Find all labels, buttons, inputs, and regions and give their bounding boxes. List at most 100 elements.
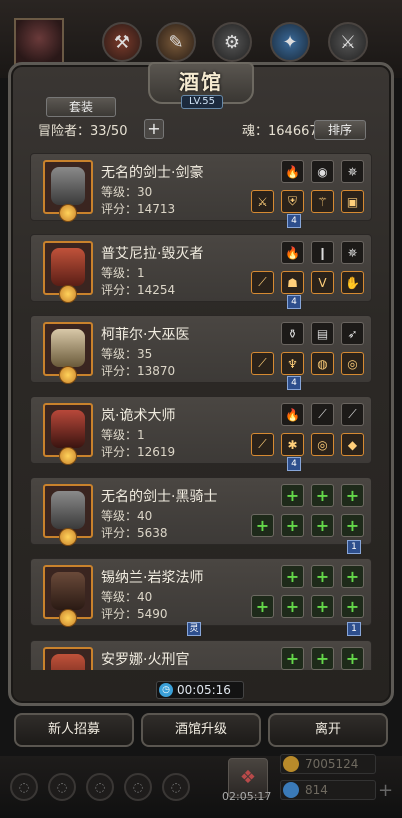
player-avatar[interactable] [14, 18, 64, 68]
hero-score: 评分：12619 [101, 445, 176, 459]
empty-slot-plus-icon[interactable]: + [281, 484, 304, 507]
empty-slot-plus-icon[interactable]: + [311, 514, 334, 537]
gold-amount: 7005124 [305, 757, 359, 771]
upgrade-tavern-button[interactable]: 酒馆升级 [141, 713, 261, 747]
menu-circle-icon[interactable]: ◌ [124, 773, 152, 801]
add-slot-button[interactable]: + [144, 119, 164, 139]
rank-medal-icon [59, 528, 77, 546]
spell-icon[interactable]: ✦ [270, 22, 310, 62]
menu-circle-icon[interactable]: ◌ [48, 773, 76, 801]
orb-icon[interactable]: ◍ [311, 352, 334, 375]
totem-icon[interactable]: ♆ [281, 352, 304, 375]
rank-medal-icon [59, 285, 77, 303]
wings-icon[interactable]: ✵ [341, 241, 364, 264]
claw-icon[interactable]: ❙ [311, 241, 334, 264]
hero-portrait [43, 647, 93, 670]
link-badge: 1 [347, 540, 361, 554]
hero-card[interactable]: 普艾尼拉·毁灭者 等级：1 评分：14254 🔥 ❙ ✵ ⟋ ☗ Ⅴ ✋ [30, 234, 372, 303]
empty-slot-plus-icon[interactable]: + [311, 647, 334, 670]
chest-icon[interactable]: ▣ [341, 190, 364, 213]
hero-card[interactable]: 安罗娜·火刑官 + + + [30, 640, 372, 670]
fire-icon[interactable]: 🔥 [281, 403, 304, 426]
gauntlet-icon[interactable]: ✋ [341, 271, 364, 294]
empty-slot-plus-icon[interactable]: + [281, 647, 304, 670]
empty-slot-plus-icon[interactable]: + [311, 595, 334, 618]
soul-count: 魂：164667 [242, 124, 318, 139]
hero-name: 无名的剑士·黑骑士 [101, 489, 218, 505]
rank-medal-icon [59, 609, 77, 627]
leave-button[interactable]: 离开 [268, 713, 388, 747]
staff-icon[interactable]: ⚚ [311, 190, 334, 213]
hero-name: 安罗娜·火刑官 [101, 652, 190, 668]
amulet-icon[interactable]: ◎ [311, 433, 334, 456]
menu-circle-icon[interactable]: ◌ [10, 773, 38, 801]
gift-timer: 02:05:17 [222, 790, 272, 803]
hero-level: 等级：35 [101, 347, 153, 361]
armor-icon[interactable]: ⛨ [281, 190, 304, 213]
helmet-icon[interactable]: ☗ [281, 271, 304, 294]
gem-icon[interactable]: ◆ [341, 433, 364, 456]
hero-name: 岚·诡术大师 [101, 408, 176, 424]
hero-name: 普艾尼拉·毁灭者 [101, 246, 204, 262]
weapon-icon[interactable]: ⚔ [328, 22, 368, 62]
fire-icon[interactable]: 🔥 [281, 160, 304, 183]
set-button[interactable]: 套装 [46, 97, 116, 117]
spider-icon[interactable]: ✱ [281, 433, 304, 456]
hero-card[interactable]: 无名的剑士·黑骑士 等级：40 评分：5638 + + + + + + + [30, 477, 372, 546]
scroll-icon[interactable]: ✎ [156, 22, 196, 62]
add-currency-button[interactable]: + [378, 780, 393, 801]
blade-icon[interactable]: ⟋ [251, 271, 274, 294]
empty-slot-plus-icon[interactable]: + [311, 484, 334, 507]
rune-icon[interactable]: Ⅴ [311, 271, 334, 294]
wings-icon[interactable]: ✵ [341, 160, 364, 183]
hero-card[interactable]: 柯菲尔·大巫医 等级：35 评分：13870 ⚱ ▤ ➶ ⟋ ♆ ◍ ◎ [30, 315, 372, 384]
mask-icon[interactable]: ◉ [311, 160, 334, 183]
spear-icon[interactable]: ⟋ [251, 433, 274, 456]
hero-level: 等级：30 [101, 185, 153, 199]
menu-circle-icon[interactable]: ◌ [86, 773, 114, 801]
hero-level: 等级：40 [101, 509, 153, 523]
empty-slot-plus-icon[interactable]: + [341, 565, 364, 588]
hero-card[interactable]: 无名的剑士·剑豪 等级：30 评分：14713 🔥 ◉ ✵ ⚔ ⛨ ⚚ ▣ [30, 153, 372, 222]
knife-icon[interactable]: ⟋ [341, 403, 364, 426]
hero-level: 等级：1 [101, 266, 145, 280]
hero-score: 评分：14254 [101, 283, 176, 297]
empty-slot-plus-icon[interactable]: + [281, 565, 304, 588]
recruit-button[interactable]: 新人招募 [14, 713, 134, 747]
empty-slot-plus-icon[interactable]: + [341, 484, 364, 507]
hero-level: 等级：40 [101, 590, 153, 604]
empty-slot-plus-icon[interactable]: + [341, 514, 364, 537]
hero-list[interactable]: 无名的剑士·剑豪 等级：30 评分：14713 🔥 ◉ ✵ ⚔ ⛨ ⚚ ▣ 4 … [30, 148, 372, 670]
gear-icon[interactable]: ⚙ [212, 22, 252, 62]
hero-card[interactable]: 岚·诡术大师 等级：1 评分：12619 🔥 ⟋ ⟋ ⟋ ✱ ◎ ◆ [30, 396, 372, 465]
hero-name: 锡纳兰·岩浆法师 [101, 570, 204, 586]
wand-icon[interactable]: ⟋ [251, 352, 274, 375]
empty-slot-plus-icon[interactable]: + [251, 595, 274, 618]
gem-icon [283, 782, 299, 798]
equipment-icon[interactable]: ⚒ [102, 22, 142, 62]
hero-level: 等级：1 [101, 428, 145, 442]
empty-slot-plus-icon[interactable]: + [341, 595, 364, 618]
empty-slot-plus-icon[interactable]: + [341, 647, 364, 670]
book-icon[interactable]: ▤ [311, 322, 334, 345]
ring-icon[interactable]: ◎ [341, 352, 364, 375]
fire-icon[interactable]: 🔥 [281, 241, 304, 264]
hero-score: 评分：5638 [101, 526, 168, 540]
bow-icon[interactable]: ➶ [341, 322, 364, 345]
empty-slot-plus-icon[interactable]: + [281, 514, 304, 537]
link-badge: 4 [287, 457, 301, 471]
sword-icon[interactable]: ⚔ [251, 190, 274, 213]
link-badge: 4 [287, 214, 301, 228]
link-badge: 4 [287, 376, 301, 390]
hero-name: 无名的剑士·剑豪 [101, 165, 204, 181]
potion-icon[interactable]: ⚱ [281, 322, 304, 345]
empty-slot-plus-icon[interactable]: + [311, 565, 334, 588]
empty-slot-plus-icon[interactable]: + [281, 595, 304, 618]
dagger-icon[interactable]: ⟋ [311, 403, 334, 426]
gold-coin-icon [283, 756, 299, 772]
sort-button[interactable]: 排序 [314, 120, 366, 140]
tavern-level-badge: LV.55 [181, 95, 223, 109]
menu-circle-icon[interactable]: ◌ [162, 773, 190, 801]
hero-card[interactable]: 锡纳兰·岩浆法师 等级：40 评分：5490 + + + + + + + [30, 558, 372, 627]
empty-slot-plus-icon[interactable]: + [251, 514, 274, 537]
